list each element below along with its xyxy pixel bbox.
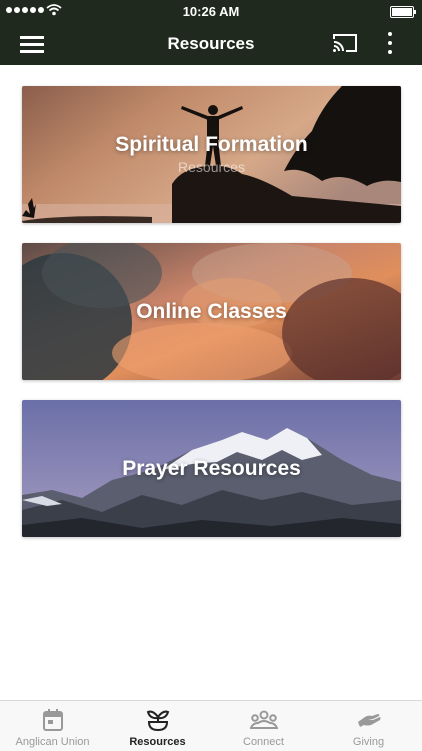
hand-icon: [357, 714, 380, 727]
calendar-icon: [42, 709, 63, 731]
sprout-icon: [146, 710, 169, 732]
card-subtitle: Resources: [178, 159, 245, 175]
people-icon: [249, 710, 278, 729]
card-title: Spiritual Formation: [115, 133, 308, 156]
tab-label: Resources: [129, 736, 186, 748]
tab-bar: Anglican Union Resources Connect Giving: [0, 700, 422, 751]
tab-label: Giving: [352, 736, 385, 748]
tab-giving[interactable]: Giving: [316, 701, 421, 751]
card-spiritual-formation[interactable]: Spiritual Formation Resources: [22, 86, 401, 223]
status-bar: 10:26 AM: [0, 0, 422, 22]
page-title: Resources: [167, 34, 255, 53]
tab-resources[interactable]: Resources: [105, 701, 210, 751]
tab-connect[interactable]: Connect: [211, 701, 316, 751]
battery-icon: [390, 6, 416, 18]
tab-label: Connect: [243, 736, 284, 748]
app-bar: Resources: [0, 22, 422, 65]
card-online-classes[interactable]: Online Classes: [22, 243, 401, 380]
cast-icon[interactable]: [332, 31, 358, 55]
tab-label: Anglican Union: [15, 736, 90, 748]
card-prayer-resources[interactable]: Prayer Resources: [22, 400, 401, 537]
card-title: Online Classes: [136, 300, 287, 323]
tab-anglican-union[interactable]: Anglican Union: [0, 701, 105, 751]
card-title: Prayer Resources: [122, 457, 301, 480]
more-options-button[interactable]: [386, 31, 394, 55]
status-time: 10:26 AM: [182, 4, 240, 19]
